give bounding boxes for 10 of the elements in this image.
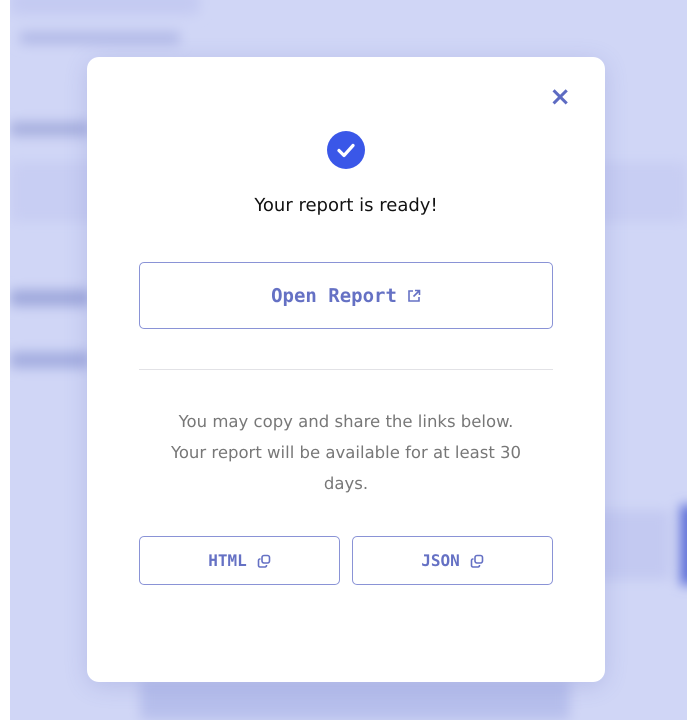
open-report-button[interactable]: Open Report	[139, 262, 553, 329]
check-circle-icon	[327, 131, 365, 169]
copy-icon	[470, 554, 484, 568]
dialog-title: Your report is ready!	[254, 195, 438, 216]
copy-link-button[interactable]: JSON	[352, 536, 553, 585]
external-link-icon	[406, 288, 421, 302]
copy-link-button[interactable]: HTML	[139, 536, 340, 585]
close-button[interactable]: ×	[545, 83, 575, 111]
copy-icon	[256, 554, 271, 568]
info-message: You may copy and share the links below. Your report will be available for at least 30 days.	[170, 411, 522, 495]
